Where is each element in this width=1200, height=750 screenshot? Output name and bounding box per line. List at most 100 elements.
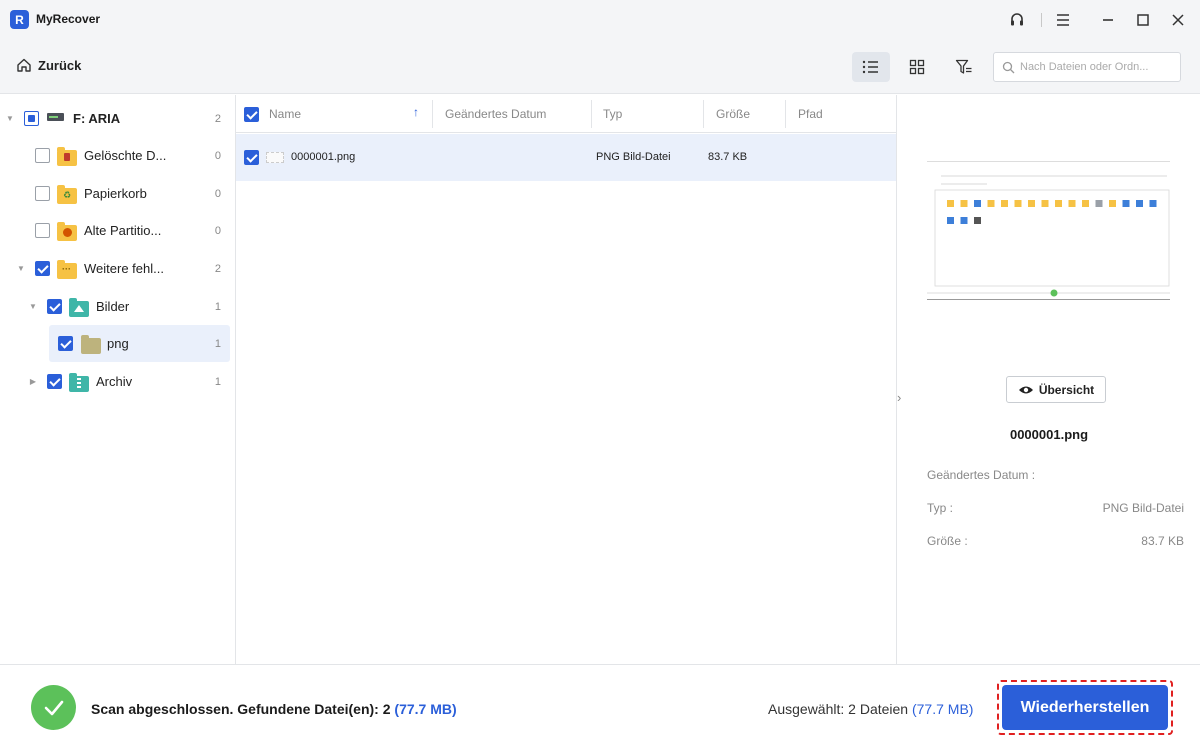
detail-value-type: PNG Bild-Datei — [1102, 501, 1184, 515]
sort-ascending-icon[interactable]: ↑ — [413, 105, 419, 119]
selection-size: (77.7 MB) — [911, 701, 974, 717]
tree-item-count: 2 — [214, 262, 221, 275]
title-separator — [1041, 13, 1042, 27]
preview-panel: › Übersicht 0000001.png Geändertes Datum… — [896, 95, 1200, 664]
file-size: 83.7 KB — [708, 151, 748, 163]
clock-folder-icon — [57, 222, 77, 241]
image-preview — [927, 161, 1170, 300]
table-row[interactable]: 0000001.png PNG Bild-Datei 83.7 KB — [236, 134, 896, 181]
tree-item-more-missing[interactable]: ▼ ··· Weitere fehl... 2 — [0, 250, 236, 287]
collapse-panel-icon[interactable]: › — [897, 390, 907, 406]
tree-item-label: Papierkorb — [84, 186, 147, 201]
search-box[interactable] — [993, 52, 1181, 82]
tree-item-label: Gelöschte D... — [84, 148, 167, 163]
row-checkbox[interactable] — [244, 150, 259, 165]
caret-down-icon[interactable]: ▼ — [5, 114, 15, 124]
app-title: MyRecover — [36, 12, 101, 26]
column-header-type[interactable]: Typ — [603, 107, 622, 121]
detail-label-date: Geändertes Datum : — [927, 468, 1036, 482]
filter-button[interactable] — [945, 52, 983, 82]
back-button[interactable]: Zurück — [16, 57, 81, 73]
tree-item-drive[interactable]: ▼ F: ARIA 2 — [0, 100, 236, 137]
column-header-size[interactable]: Größe — [716, 107, 750, 121]
status-footer: Scan abgeschlossen. Gefundene Datei(en):… — [0, 664, 1200, 750]
back-label: Zurück — [38, 57, 82, 73]
tree-item-old-partition[interactable]: Alte Partitio... 0 — [0, 212, 236, 249]
column-divider — [591, 100, 592, 128]
caret-down-icon[interactable]: ▼ — [16, 264, 26, 274]
tree-item-count: 0 — [214, 224, 221, 237]
drive-icon — [47, 113, 64, 121]
overview-button[interactable]: Übersicht — [1006, 376, 1106, 403]
success-check-icon — [31, 685, 76, 730]
overview-label: Übersicht — [1038, 382, 1095, 397]
home-icon — [17, 58, 31, 72]
recycle-folder-icon: ♻ — [57, 185, 77, 204]
grid-view-button[interactable] — [898, 52, 936, 82]
column-header-name[interactable]: Name — [269, 107, 301, 121]
file-type: PNG Bild-Datei — [596, 151, 671, 163]
tree-item-label: F: ARIA — [73, 111, 121, 126]
detail-label-type: Typ : — [927, 501, 954, 515]
archive-folder-icon — [69, 373, 89, 392]
tree-item-archive[interactable]: ▶ Archiv 1 — [0, 363, 236, 400]
caret-right-icon[interactable]: ▶ — [28, 377, 38, 387]
selection-summary: Ausgewählt: 2 Dateien (77.7 MB) — [768, 701, 973, 717]
tree-checkbox[interactable] — [47, 374, 62, 389]
selection-text: Ausgewählt: 2 Dateien — [768, 701, 909, 717]
caret-down-icon[interactable]: ▼ — [28, 302, 38, 312]
title-bar: R MyRecover — [0, 0, 1200, 40]
select-all-checkbox[interactable] — [244, 107, 259, 122]
tree-item-count: 0 — [214, 149, 221, 162]
tree-checkbox[interactable] — [24, 111, 39, 126]
tree-item-label: Bilder — [96, 299, 130, 314]
tree-item-label: Alte Partitio... — [84, 223, 162, 238]
file-thumbnail-icon — [266, 152, 284, 163]
app-logo-icon: R — [10, 10, 29, 29]
tree-item-label: Archiv — [96, 374, 133, 389]
tree-item-recycle-bin[interactable]: ♻ Papierkorb 0 — [0, 175, 236, 212]
tree-checkbox[interactable] — [35, 186, 50, 201]
detail-label-size: Größe : — [927, 534, 968, 548]
tree-checkbox[interactable] — [47, 299, 62, 314]
tree-checkbox[interactable] — [35, 223, 50, 238]
column-divider — [432, 100, 433, 128]
column-header-date[interactable]: Geändertes Datum — [445, 107, 546, 121]
tree-item-images[interactable]: ▼ Bilder 1 — [0, 288, 236, 325]
tree-item-png[interactable]: png 1 — [0, 325, 236, 362]
tree-checkbox[interactable] — [35, 148, 50, 163]
filter-icon — [955, 59, 972, 74]
selected-highlight — [49, 325, 230, 362]
tree-item-count: 2 — [214, 112, 221, 125]
file-name: 0000001.png — [291, 151, 356, 163]
scan-total-size: (77.7 MB) — [394, 701, 457, 717]
folder-icon — [81, 335, 101, 354]
tree-item-count: 1 — [214, 375, 221, 388]
search-input[interactable] — [1020, 61, 1170, 73]
tree-item-count: 1 — [214, 337, 221, 350]
tree-item-count: 1 — [214, 300, 221, 313]
tree-item-label: png — [107, 336, 129, 351]
maximize-icon[interactable] — [1131, 8, 1155, 32]
tree-item-label: Weitere fehl... — [84, 261, 164, 276]
minimize-icon[interactable] — [1096, 8, 1120, 32]
folder-tree: ▼ F: ARIA 2 Gelöschte D... 0 ♻ Papierkor… — [0, 95, 236, 664]
scan-status-text: Scan abgeschlossen. Gefundene Datei(en):… — [91, 701, 391, 717]
list-view-button[interactable] — [852, 52, 890, 82]
grid-view-icon — [909, 59, 925, 75]
menu-icon[interactable] — [1051, 8, 1075, 32]
search-icon — [1002, 61, 1015, 73]
eye-icon — [1018, 386, 1033, 393]
column-header-path[interactable]: Pfad — [798, 107, 823, 121]
list-view-icon — [862, 60, 878, 74]
more-folder-icon: ··· — [57, 260, 77, 279]
preview-file-name: 0000001.png — [1009, 427, 1089, 442]
support-headset-icon[interactable] — [1005, 8, 1029, 32]
tree-checkbox[interactable] — [35, 261, 50, 276]
tree-checkbox[interactable] — [58, 336, 73, 351]
close-icon[interactable] — [1166, 8, 1190, 32]
toolbar: Zurück — [0, 40, 1200, 94]
recover-button[interactable]: Wiederherstellen — [1002, 685, 1168, 730]
tree-item-deleted[interactable]: Gelöschte D... 0 — [0, 137, 236, 174]
column-divider — [785, 100, 786, 128]
